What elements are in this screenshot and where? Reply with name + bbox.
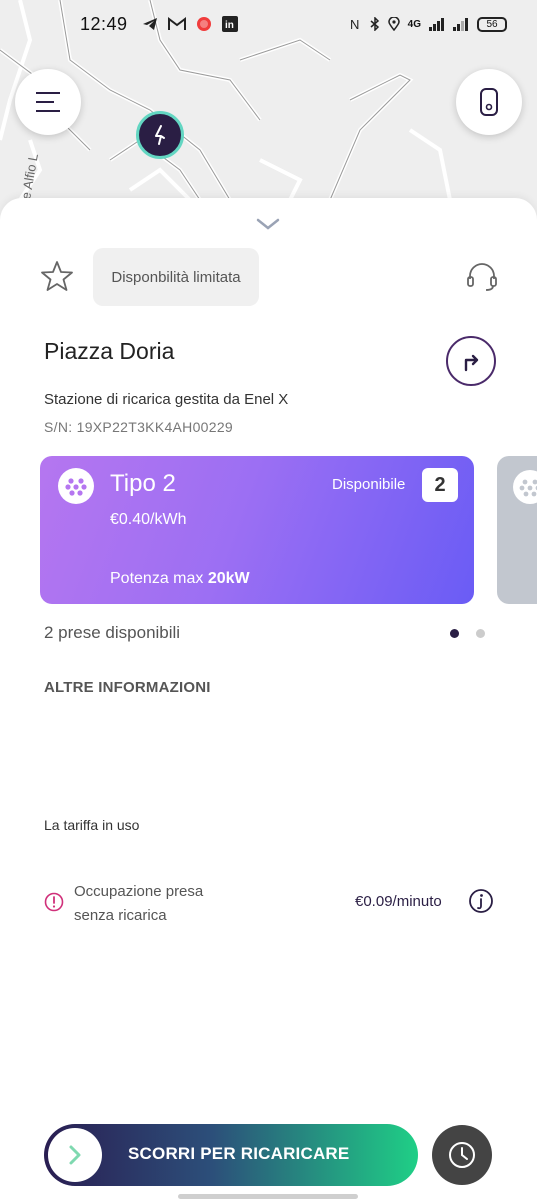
tariff-label: La tariffa in uso (44, 817, 140, 833)
menu-button[interactable] (15, 69, 81, 135)
station-serial: S/N: 19XP22T3KK4AH00229 (44, 419, 234, 435)
available-sockets: 2 prese disponibili (44, 623, 181, 642)
occupation-price: €0.09/minuto (355, 893, 442, 910)
signal-icon-2 (453, 18, 468, 31)
slide-knob[interactable] (48, 1128, 102, 1182)
status-time: 12:49 (80, 13, 128, 34)
linkedin-icon: in (221, 16, 238, 32)
signal-icon (429, 18, 444, 31)
menu-icon (36, 92, 60, 112)
device-button[interactable] (456, 69, 522, 135)
battery-indicator: 56 (477, 16, 507, 32)
connector-card[interactable]: Tipo 2 €0.40/kWh Potenza max 20kW Dispon… (40, 456, 474, 604)
record-icon (196, 17, 211, 31)
occupation-line-1: Occupazione presa (74, 883, 204, 900)
carousel-dots (450, 629, 485, 638)
charging-pin[interactable] (136, 111, 184, 159)
connector-power-label: Potenza max (110, 570, 204, 587)
connector-type: Tipo 2 (110, 470, 176, 497)
alert-circle-icon (44, 892, 64, 912)
slide-to-charge[interactable]: SCORRI PER RICARICARE (44, 1124, 418, 1186)
info-icon[interactable] (468, 888, 494, 914)
connector-count: 2 (422, 468, 458, 502)
svg-text:N: N (350, 17, 359, 31)
availability-badge: Disponbilità limitata (93, 248, 259, 306)
directions-button[interactable] (446, 336, 496, 386)
charging-pin-icon (155, 125, 165, 145)
network-type: 4G (407, 18, 421, 30)
status-bar: 12:49 in N 4G 56 (0, 0, 537, 48)
connector-price: €0.40/kWh (110, 511, 187, 528)
connector-card-next[interactable] (497, 456, 537, 604)
home-indicator (178, 1194, 358, 1199)
chevron-right-icon (69, 1145, 81, 1165)
turn-right-icon (464, 354, 479, 372)
nfc-icon: N (350, 17, 359, 31)
headset-icon[interactable] (466, 262, 498, 292)
plug-icon-next (513, 470, 537, 504)
telegram-icon (142, 18, 157, 30)
svg-text:in: in (225, 20, 234, 31)
station-name: Piazza Doria (44, 338, 175, 364)
location-icon (387, 17, 400, 31)
carousel-dot-2[interactable] (476, 629, 485, 638)
connector-status: Disponibile (332, 476, 406, 493)
occupation-text: Occupazione presa senza ricarica (74, 880, 203, 928)
chevron-down-icon[interactable] (256, 218, 280, 230)
history-button[interactable] (432, 1125, 492, 1185)
gmail-icon (167, 17, 186, 30)
occupation-line-2: senza ricarica (74, 907, 167, 924)
bluetooth-icon (370, 17, 379, 31)
station-operator: Stazione di ricarica gestita da Enel X (44, 391, 289, 408)
station-sheet: Disponbilità limitata Piazza Doria Stazi… (0, 198, 537, 1200)
more-info-heading: ALTRE INFORMAZIONI (44, 679, 211, 696)
connector-power: Potenza max 20kW (110, 570, 250, 588)
clock-icon (449, 1142, 475, 1168)
star-icon[interactable] (40, 260, 74, 292)
carousel-dot-1[interactable] (450, 629, 459, 638)
connector-power-value: 20kW (207, 570, 250, 587)
slide-label: SCORRI PER RICARICARE (128, 1144, 350, 1163)
plug-icon (58, 468, 94, 504)
phone-icon (480, 88, 498, 116)
